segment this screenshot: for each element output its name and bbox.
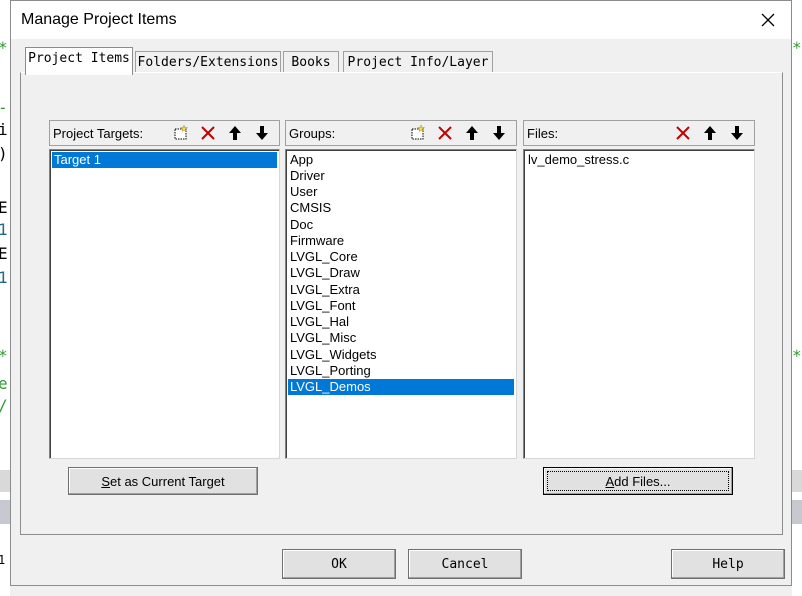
files-label: Files: [527,126,559,141]
tab-project-items[interactable]: Project Items [25,47,133,75]
code-fragment: * [792,346,802,365]
code-fragment: / [0,398,8,414]
new-item-icon [411,124,426,140]
move-target-down-button[interactable] [250,122,274,144]
groups-list[interactable]: App Driver User CMSIS Doc Firmware LVGL_… [285,149,517,459]
list-item[interactable]: lv_demo_stress.c [526,152,752,168]
arrow-up-icon [704,126,716,140]
groups-header: Groups: [285,120,517,146]
add-files-mnemonic: A [605,473,615,489]
code-fragment: ) [0,146,8,162]
close-button[interactable] [745,1,791,39]
title-bar: Manage Project Items [11,1,791,39]
code-fragment: e [0,374,8,393]
list-item[interactable]: Firmware [288,233,514,249]
list-item[interactable]: LVGL_Font [288,298,514,314]
delete-file-button[interactable] [671,122,695,144]
code-fragment: - [0,100,8,116]
groups-label: Groups: [289,126,336,141]
tab-books[interactable]: Books [283,51,339,73]
code-fragment: * [0,40,8,56]
background-editor-left: * - i ) E 1 E 1 * e / 1 [0,0,10,596]
list-item[interactable]: LVGL_Draw [288,265,514,281]
delete-icon [438,126,452,140]
delete-target-button[interactable] [196,122,220,144]
code-fragment: * [792,38,802,57]
list-item[interactable]: LVGL_Core [288,249,514,265]
list-item[interactable]: Target 1 [52,152,277,168]
delete-icon [201,126,215,140]
project-targets-header: Project Targets: [49,120,280,146]
list-item[interactable]: Doc [288,217,514,233]
close-icon [761,13,775,27]
arrow-down-icon [493,126,505,140]
move-group-up-button[interactable] [460,122,484,144]
code-fragment: 1 [0,220,8,239]
new-item-icon [174,124,189,140]
list-item[interactable]: LVGL_Extra [288,282,514,298]
project-targets-label: Project Targets: [53,126,144,141]
list-item[interactable]: LVGL_Porting [288,363,514,379]
tab-folders-extensions[interactable]: Folders/Extensions [135,51,281,73]
manage-project-items-dialog: Manage Project Items Project Items Folde… [10,0,792,586]
move-file-down-button[interactable] [725,122,749,144]
new-group-button[interactable] [406,122,430,144]
new-target-button[interactable] [169,122,193,144]
project-items-panel: Project Targets: Target 1 Groups: App Dr… [20,72,783,535]
list-item[interactable]: LVGL_Demos [288,379,514,395]
window-title: Manage Project Items [21,11,177,28]
list-item[interactable]: CMSIS [288,200,514,216]
code-fragment: 1 [0,268,8,287]
move-file-up-button[interactable] [698,122,722,144]
code-fragment: i [0,120,8,139]
help-button[interactable]: Help [671,549,785,579]
arrow-down-icon [731,126,743,140]
move-target-up-button[interactable] [223,122,247,144]
files-header: Files: [523,120,755,146]
list-item[interactable]: App [288,152,514,168]
code-fragment: * [0,348,8,364]
delete-group-button[interactable] [433,122,457,144]
list-item[interactable]: LVGL_Hal [288,314,514,330]
arrow-down-icon [256,126,268,140]
delete-icon [676,126,690,140]
arrow-up-icon [229,126,241,140]
cancel-button[interactable]: Cancel [408,549,522,579]
add-files-button[interactable]: Add Files... [543,467,733,495]
project-targets-list[interactable]: Target 1 [49,149,280,459]
set-target-label: et as Current Target [110,473,225,489]
files-list[interactable]: lv_demo_stress.c [523,149,755,459]
ok-button[interactable]: OK [282,549,396,579]
list-item[interactable]: Driver [288,168,514,184]
list-item[interactable]: User [288,184,514,200]
background-editor-right: * * [792,0,802,596]
code-fragment: E [0,198,8,217]
add-files-label: dd Files... [614,473,671,489]
code-fragment: 1 [0,553,6,567]
tab-project-info-layer[interactable]: Project Info/Layer [343,51,493,73]
list-item[interactable]: LVGL_Widgets [288,347,514,363]
code-fragment: E [0,244,8,263]
set-target-mnemonic: S [101,473,110,489]
arrow-up-icon [466,126,478,140]
list-item[interactable]: LVGL_Misc [288,330,514,346]
move-group-down-button[interactable] [487,122,511,144]
set-as-current-target-button[interactable]: Set as Current Target [68,467,258,495]
